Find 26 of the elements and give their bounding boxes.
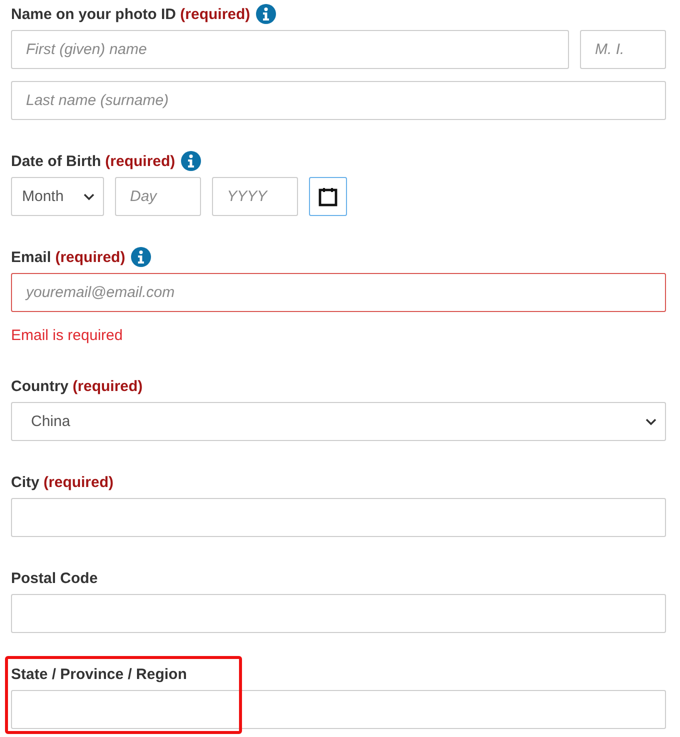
field-label: City (required) — [11, 474, 114, 490]
text-field[interactable]: M. I. — [580, 30, 666, 69]
dropdown[interactable]: Month — [11, 177, 104, 216]
calendar-button[interactable] — [309, 177, 347, 216]
text-field[interactable] — [11, 498, 666, 537]
info-icon[interactable] — [256, 4, 276, 24]
text-field[interactable]: First (given) name — [11, 30, 569, 69]
error-message: Email is required — [11, 327, 124, 345]
text-field[interactable]: youremail@email.com — [11, 273, 666, 312]
text-field[interactable]: Day — [115, 177, 201, 216]
text-field[interactable] — [11, 594, 666, 633]
field-label: Email (required) — [11, 248, 126, 266]
text-field[interactable] — [11, 690, 666, 729]
field-label: Name on your photo ID (required) — [11, 6, 250, 22]
field-label: Date of Birth (required) — [11, 152, 176, 170]
info-icon[interactable] — [131, 247, 152, 267]
field-label: Country (required) — [11, 378, 143, 394]
text-field[interactable]: YYYY — [212, 177, 298, 216]
chevron-down-icon — [645, 418, 657, 426]
chevron-down-icon — [83, 192, 95, 200]
field-label: State / Province / Region — [11, 666, 187, 682]
info-icon[interactable] — [181, 151, 202, 171]
field-label: Postal Code — [11, 570, 98, 586]
dropdown[interactable]: China — [11, 402, 666, 441]
calendar-icon — [318, 186, 338, 206]
text-field[interactable]: Last name (surname) — [11, 81, 666, 120]
